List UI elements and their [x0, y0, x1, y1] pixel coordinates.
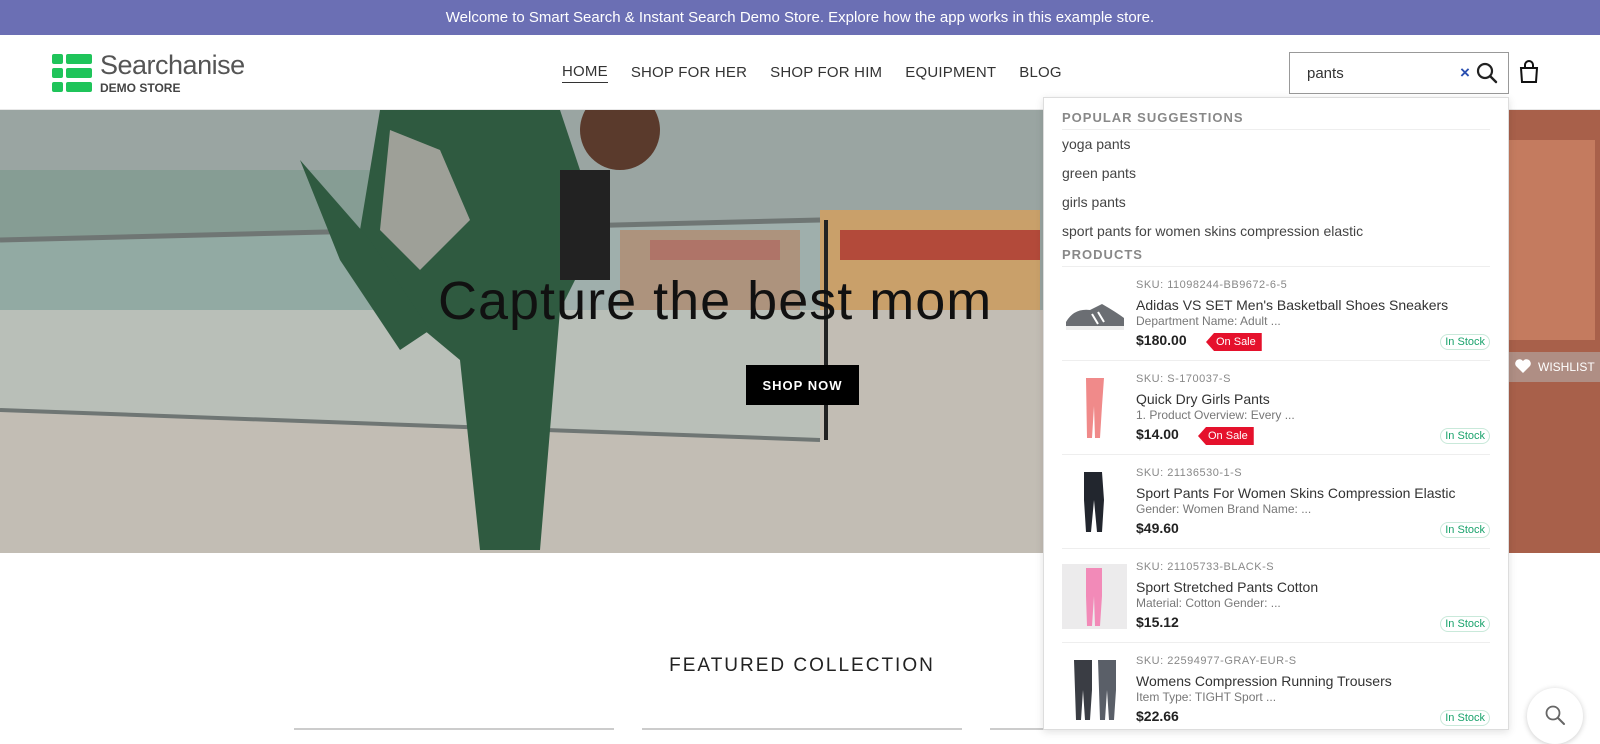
- product-price: $14.00: [1136, 426, 1179, 442]
- product-description: Gender: Women Brand Name: ...: [1136, 502, 1312, 516]
- search-input-value[interactable]: pants: [1307, 65, 1460, 82]
- logo-icon: [52, 54, 92, 92]
- shop-now-button[interactable]: SHOP NOW: [746, 365, 859, 405]
- hero-title: Capture the best mom: [438, 271, 993, 331]
- product-result-item[interactable]: SKU: 11098244-BB9672-6-5 Adidas VS SET M…: [1062, 267, 1490, 361]
- suggestion-item[interactable]: girls pants: [1062, 188, 1490, 217]
- product-result-item[interactable]: SKU: 21105733-BLACK-S Sport Stretched Pa…: [1062, 549, 1490, 643]
- in-stock-badge: In Stock: [1440, 334, 1490, 350]
- product-name[interactable]: Adidas VS SET Men's Basketball Shoes Sne…: [1136, 297, 1448, 313]
- logo-name: Searchanise: [100, 50, 245, 80]
- product-thumbnail: [1062, 564, 1127, 629]
- product-sku: SKU: 22594977-GRAY-EUR-S: [1136, 655, 1297, 667]
- wishlist-button[interactable]: WISHLIST: [1508, 352, 1600, 382]
- in-stock-badge: In Stock: [1440, 710, 1490, 726]
- product-result-item[interactable]: SKU: S-170037-S Quick Dry Girls Pants 1.…: [1062, 361, 1490, 455]
- announcement-bar: Welcome to Smart Search & Instant Search…: [0, 0, 1600, 35]
- product-sku: SKU: S-170037-S: [1136, 373, 1231, 385]
- logo-subtitle: DEMO STORE: [100, 81, 181, 95]
- suggestion-item[interactable]: yoga pants: [1062, 130, 1490, 159]
- announcement-text: Welcome to Smart Search & Instant Search…: [445, 9, 1155, 26]
- search-autocomplete-dropdown: POPULAR SUGGESTIONS yoga pants green pan…: [1043, 97, 1509, 730]
- product-description: Material: Cotton Gender: ...: [1136, 596, 1281, 610]
- search-icon[interactable]: [1474, 60, 1500, 86]
- product-sku: SKU: 21136530-1-S: [1136, 467, 1243, 479]
- in-stock-badge: In Stock: [1440, 522, 1490, 538]
- nav-blog[interactable]: BLOG: [1019, 64, 1061, 81]
- product-result-item[interactable]: SKU: 21136530-1-S Sport Pants For Women …: [1062, 455, 1490, 549]
- search-icon: [1544, 704, 1566, 731]
- popular-suggestions-heading: POPULAR SUGGESTIONS: [1062, 110, 1490, 130]
- nav-home[interactable]: HOME: [562, 63, 608, 83]
- search-input[interactable]: pants ×: [1289, 52, 1509, 94]
- product-price: $15.12: [1136, 614, 1179, 630]
- products-heading: PRODUCTS: [1062, 247, 1490, 267]
- store-logo[interactable]: Searchanise DEMO STORE: [52, 52, 245, 94]
- nav-equipment[interactable]: EQUIPMENT: [905, 64, 996, 81]
- cart-icon[interactable]: [1518, 60, 1540, 84]
- product-sku: SKU: 11098244-BB9672-6-5: [1136, 279, 1288, 291]
- product-description: 1. Product Overview: Every ...: [1136, 408, 1295, 422]
- nav-shop-for-him[interactable]: SHOP FOR HIM: [770, 64, 882, 81]
- in-stock-badge: In Stock: [1440, 428, 1490, 444]
- on-sale-badge: On Sale: [1198, 427, 1254, 445]
- product-thumbnail: [1062, 376, 1127, 441]
- suggestion-item[interactable]: green pants: [1062, 159, 1490, 188]
- product-sku: SKU: 21105733-BLACK-S: [1136, 561, 1275, 573]
- clear-icon[interactable]: ×: [1460, 63, 1474, 83]
- product-description: Department Name: Adult ...: [1136, 314, 1281, 328]
- product-description: Item Type: TIGHT Sport ...: [1136, 690, 1277, 704]
- product-price: $180.00: [1136, 332, 1187, 348]
- product-thumbnail: [1062, 282, 1127, 347]
- floating-search-button[interactable]: [1527, 688, 1583, 744]
- on-sale-badge: On Sale: [1206, 333, 1262, 351]
- product-thumbnail: [1062, 658, 1127, 723]
- nav-shop-for-her[interactable]: SHOP FOR HER: [631, 64, 747, 81]
- main-nav: HOME SHOP FOR HER SHOP FOR HIM EQUIPMENT…: [562, 35, 1062, 110]
- in-stock-badge: In Stock: [1440, 616, 1490, 632]
- product-name[interactable]: Sport Stretched Pants Cotton: [1136, 579, 1318, 595]
- product-name[interactable]: Quick Dry Girls Pants: [1136, 391, 1270, 407]
- wishlist-label: WISHLIST: [1538, 360, 1595, 374]
- suggestion-item[interactable]: sport pants for women skins compression …: [1062, 217, 1490, 246]
- product-price: $22.66: [1136, 708, 1179, 724]
- product-price: $49.60: [1136, 520, 1179, 536]
- heart-icon: [1514, 358, 1532, 377]
- product-thumbnail: [1062, 470, 1127, 535]
- product-result-item[interactable]: SKU: 22594977-GRAY-EUR-S Womens Compress…: [1062, 643, 1490, 729]
- product-name[interactable]: Sport Pants For Women Skins Compression …: [1136, 485, 1456, 501]
- product-name[interactable]: Womens Compression Running Trousers: [1136, 673, 1392, 689]
